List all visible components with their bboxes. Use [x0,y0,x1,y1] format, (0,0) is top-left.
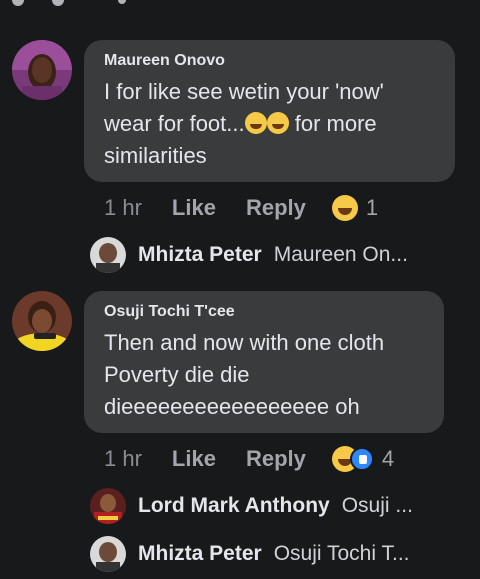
haha-icon [331,195,358,221]
reply-button[interactable]: Reply [246,195,306,221]
reply-author[interactable]: Mhizta Peter [138,542,262,566]
reply-preview[interactable]: Mhizta Peter Osuji Tochi T... [90,536,410,572]
comment-text: I for like see wetin your 'now' wear for… [104,76,437,172]
avatar [90,536,126,572]
reply-button[interactable]: Reply [246,446,306,472]
reply-author[interactable]: Mhizta Peter [138,243,262,267]
like-button[interactable]: Like [172,446,216,472]
reply-preview-text: Osuji ... [341,494,413,517]
comment-actions: 1 hr Like Reply 4 [104,446,394,472]
reply-preview[interactable]: Lord Mark Anthony Osuji ... [90,488,413,524]
comment-text: Then and now with one cloth Poverty die … [104,330,385,419]
reaction-count: 1 [365,195,379,220]
reply-preview-text: Osuji Tochi T... [273,542,410,565]
previous-content-strip [0,0,480,10]
partial-icon [12,0,24,6]
like-icon [349,447,374,471]
like-button[interactable]: Like [172,195,216,221]
reaction-summary[interactable]: 1 [331,195,379,221]
partial-icon [118,0,126,4]
avatar[interactable] [12,291,72,351]
reaction-summary[interactable]: 4 [331,446,395,472]
reply-preview[interactable]: Mhizta Peter Maureen On... [90,237,408,273]
comment-actions: 1 hr Like Reply 1 [104,195,378,221]
rofl-emoji-icon [244,112,267,134]
comment-bubble: Osuji Tochi T'cee Then and now with one … [84,291,444,433]
avatar [90,237,126,273]
rofl-emoji-icon [266,112,289,134]
comment-time: 1 hr [104,446,142,471]
avatar [90,488,126,524]
partial-icon [52,0,64,6]
comment-time: 1 hr [104,195,142,220]
comment-bubble: Maureen Onovo I for like see wetin your … [84,40,455,182]
comment-author[interactable]: Osuji Tochi T'cee [104,303,426,321]
reaction-count: 4 [381,446,395,471]
reply-author[interactable]: Lord Mark Anthony [138,494,330,518]
reply-preview-text: Maureen On... [273,243,408,266]
comment-author[interactable]: Maureen Onovo [104,52,437,70]
avatar[interactable] [12,40,72,100]
